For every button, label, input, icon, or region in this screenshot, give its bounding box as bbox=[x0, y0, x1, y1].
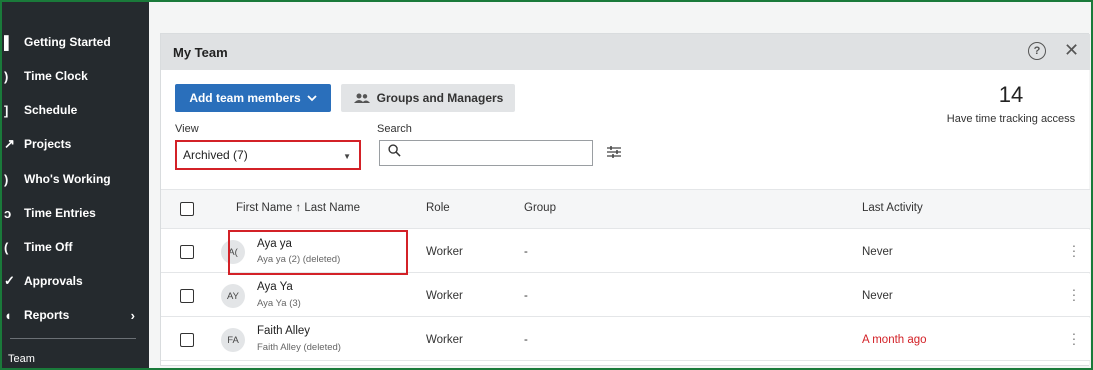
row-checkbox[interactable] bbox=[180, 289, 194, 303]
column-header-last-activity[interactable]: Last Activity bbox=[862, 202, 923, 214]
more-options-icon[interactable]: · · · bbox=[1071, 282, 1077, 306]
sidebar-item-time-clock[interactable]: ) Time Clock bbox=[2, 59, 149, 93]
panel-title: My Team bbox=[173, 45, 228, 60]
sidebar-divider bbox=[10, 338, 136, 339]
time-off-icon: ( bbox=[4, 239, 9, 255]
member-group: - bbox=[524, 246, 528, 258]
tracking-count: 14 bbox=[998, 82, 1024, 107]
table-row[interactable]: FA Faith Alley Faith Alley (deleted) Wor… bbox=[161, 318, 1090, 361]
sidebar-item-approvals[interactable]: ✓ Approvals bbox=[2, 264, 149, 298]
member-group: - bbox=[524, 290, 528, 302]
panel-header: My Team ? ✕ bbox=[161, 34, 1090, 70]
avatar: FA bbox=[221, 328, 245, 352]
column-header-name[interactable]: First Name ↑ Last Name bbox=[236, 202, 360, 214]
close-icon[interactable]: ✕ bbox=[1064, 40, 1079, 61]
view-select-value: Archived (7) bbox=[183, 148, 248, 162]
location-icon: ) bbox=[4, 171, 9, 187]
member-role: Worker bbox=[426, 246, 463, 258]
table-row[interactable]: AY Aya Ya Aya Ya (3) Worker - Never · · · bbox=[161, 274, 1090, 317]
member-last-activity: Never bbox=[862, 290, 893, 302]
add-team-members-label: Add team members bbox=[189, 91, 301, 105]
add-team-members-button[interactable]: Add team members bbox=[175, 84, 331, 112]
search-icon bbox=[388, 144, 401, 157]
member-subname: Aya Ya (3) bbox=[257, 298, 301, 309]
groups-and-managers-label: Groups and Managers bbox=[376, 91, 504, 105]
tracking-count-label: Have time tracking access bbox=[946, 113, 1076, 125]
sidebar-item-time-off[interactable]: ( Time Off bbox=[2, 230, 149, 264]
row-checkbox[interactable] bbox=[180, 333, 194, 347]
member-last-activity: Never bbox=[862, 246, 893, 258]
member-role: Worker bbox=[426, 290, 463, 302]
filter-settings-icon[interactable] bbox=[606, 144, 622, 160]
member-role: Worker bbox=[426, 334, 463, 346]
column-header-role[interactable]: Role bbox=[426, 202, 450, 214]
sidebar: ▌ Getting Started ) Time Clock ] Schedul… bbox=[2, 2, 149, 368]
reports-icon: ◖ bbox=[4, 307, 12, 323]
search-label: Search bbox=[377, 123, 412, 135]
sidebar-item-reports[interactable]: ◖ Reports › bbox=[2, 298, 149, 332]
clock-icon: ) bbox=[4, 68, 9, 84]
chevron-right-icon: › bbox=[130, 307, 135, 323]
users-icon bbox=[353, 93, 370, 103]
my-team-panel: My Team ? ✕ Add team members Groups and … bbox=[160, 33, 1090, 366]
approvals-icon: ✓ bbox=[4, 273, 15, 288]
member-last-activity: A month ago bbox=[862, 334, 927, 346]
member-subname: Faith Alley (deleted) bbox=[257, 342, 341, 353]
sidebar-item-label: Schedule bbox=[24, 103, 78, 117]
sidebar-item-projects[interactable]: ↗ Projects bbox=[2, 127, 149, 161]
member-group: - bbox=[524, 334, 528, 346]
sidebar-item-label: Projects bbox=[24, 137, 72, 151]
column-header-group[interactable]: Group bbox=[524, 202, 556, 214]
more-options-icon[interactable]: · · · bbox=[1071, 238, 1077, 262]
avatar: AY bbox=[221, 284, 245, 308]
select-all-checkbox[interactable] bbox=[180, 202, 194, 216]
sidebar-item-label: Time Off bbox=[24, 240, 73, 254]
table-header: First Name ↑ Last Name Role Group Last A… bbox=[161, 189, 1090, 229]
chevron-down-icon bbox=[307, 94, 317, 101]
sidebar-item-label: Who's Working bbox=[24, 172, 111, 186]
sidebar-item-label: Reports bbox=[24, 308, 70, 322]
help-icon[interactable]: ? bbox=[1028, 42, 1046, 60]
sidebar-item-label: Time Entries bbox=[24, 206, 96, 220]
sidebar-item-label: Approvals bbox=[24, 274, 83, 288]
calendar-icon: ] bbox=[4, 102, 9, 118]
sidebar-item-label: Getting Started bbox=[24, 35, 111, 49]
row-checkbox[interactable] bbox=[180, 245, 194, 259]
view-select[interactable]: Archived (7) ▼ bbox=[175, 140, 361, 170]
member-name[interactable]: Faith Alley bbox=[257, 325, 310, 337]
entries-icon: ɔ bbox=[4, 205, 12, 221]
member-name[interactable]: Aya Ya bbox=[257, 281, 293, 293]
sidebar-item-time-entries[interactable]: ɔ Time Entries bbox=[2, 196, 149, 230]
sidebar-item-getting-started[interactable]: ▌ Getting Started bbox=[2, 25, 149, 59]
sidebar-item-schedule[interactable]: ] Schedule bbox=[2, 93, 149, 127]
view-label: View bbox=[175, 123, 199, 135]
caret-down-icon: ▼ bbox=[343, 152, 351, 161]
flag-icon: ▌ bbox=[4, 34, 14, 50]
more-options-icon[interactable]: · · · bbox=[1071, 326, 1077, 350]
highlight-box bbox=[228, 230, 408, 275]
projects-icon: ↗ bbox=[4, 136, 15, 151]
sidebar-item-whos-working[interactable]: ) Who's Working bbox=[2, 162, 149, 196]
search-input[interactable] bbox=[379, 140, 593, 166]
sidebar-item-label: Time Clock bbox=[24, 69, 88, 83]
sidebar-section-label[interactable]: Team bbox=[8, 353, 35, 365]
groups-and-managers-button[interactable]: Groups and Managers bbox=[341, 84, 515, 112]
